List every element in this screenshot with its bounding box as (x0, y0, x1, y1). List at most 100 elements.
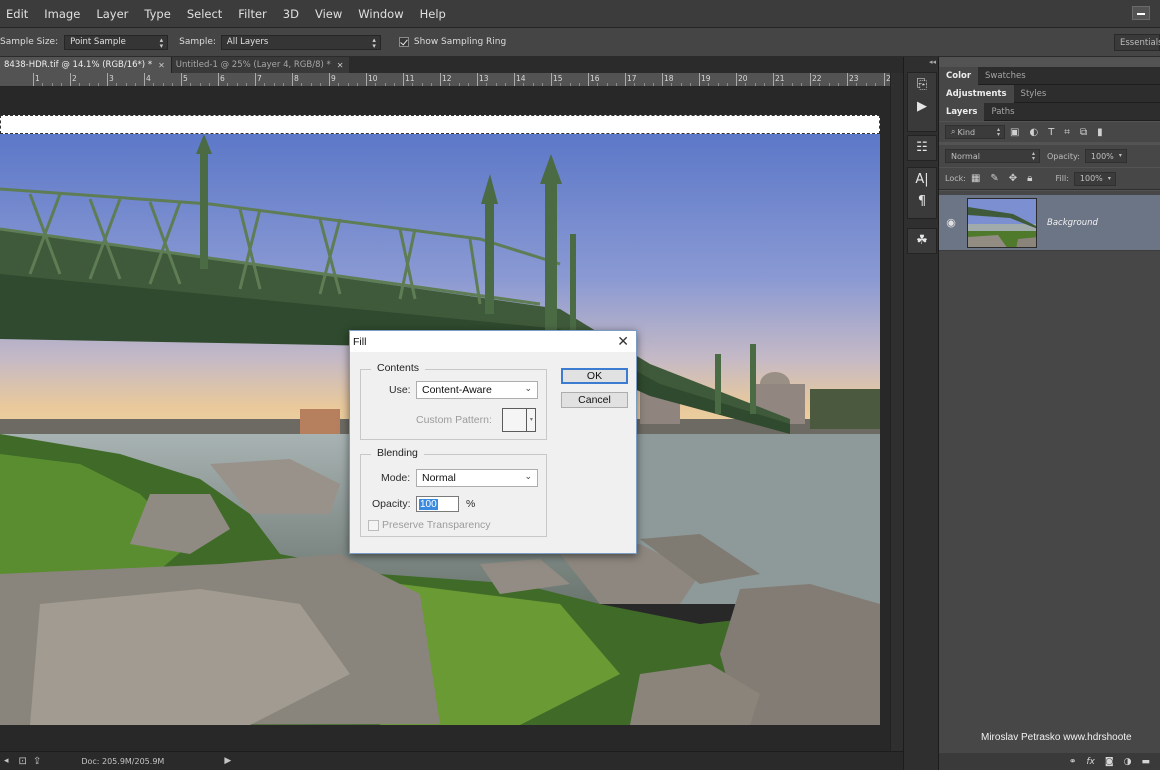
ruler-tick (107, 73, 108, 86)
adjustment-filter-icon[interactable]: ◐ (1029, 127, 1038, 138)
clone-source-icon[interactable]: ☘ (908, 229, 936, 251)
filter-toggle-icon[interactable]: ▮ (1097, 127, 1103, 138)
layers-filter-bar: ⌕ Kind ▴ ▾ ▣ ◐ T ⌗ ⧉ ▮ (939, 122, 1160, 142)
tab-adjustments[interactable]: Adjustments (939, 85, 1014, 103)
ruler-tick (440, 73, 441, 86)
menu-view[interactable]: View (307, 7, 350, 21)
character-icon[interactable]: A| (908, 168, 936, 190)
add-mask-icon[interactable]: ◙ (1105, 757, 1114, 767)
history-icon[interactable]: ⎘ (908, 73, 936, 95)
doc-size: Doc: 205.9M/205.9M (81, 756, 165, 766)
lock-transparent-icon[interactable]: ▦ (971, 173, 980, 184)
properties-icon[interactable]: ☷ (908, 136, 936, 158)
minimize-button[interactable] (1132, 6, 1150, 20)
tab-document-2[interactable]: Untitled-1 @ 25% (Layer 4, RGB/8) * ✕ (170, 57, 350, 73)
status-bar: ◂ ⊡ ⇪ Doc: 205.9M/205.9M ▶ (0, 751, 903, 770)
tab-layers[interactable]: Layers (939, 103, 985, 121)
tab-document-1[interactable]: 8438-HDR.tif @ 14.1% (RGB/16*) * ✕ (0, 57, 171, 73)
menu-layer[interactable]: Layer (88, 7, 136, 21)
menu-help[interactable]: Help (412, 7, 454, 21)
menu-type[interactable]: Type (136, 7, 178, 21)
ruler-number: 14 (516, 74, 526, 83)
close-icon[interactable]: ✕ (337, 61, 344, 70)
new-adjustment-icon[interactable]: ◑ (1124, 757, 1132, 767)
chevron-down-icon: ⌄ (524, 471, 532, 481)
use-select[interactable]: Content-Aware ⌄ (416, 381, 538, 399)
layer-name[interactable]: Background (1047, 218, 1098, 228)
share-icon[interactable]: ⊡ (19, 756, 27, 767)
ruler-minor-tick (171, 83, 173, 86)
tab-styles[interactable]: Styles (1014, 85, 1054, 103)
menu-image[interactable]: Image (36, 7, 88, 21)
kind-filter-select[interactable]: ⌕ Kind ▴ ▾ (945, 125, 1005, 139)
ruler-minor-tick (606, 83, 608, 86)
ruler-minor-tick (458, 83, 460, 86)
ruler-minor-tick (865, 83, 867, 86)
lock-position-icon[interactable]: ✥ (1009, 173, 1017, 184)
eye-icon[interactable]: ◉ (939, 216, 963, 229)
smart-object-filter-icon[interactable]: ⧉ (1080, 127, 1087, 138)
layer-row-background[interactable]: ◉ Background (939, 195, 1160, 251)
close-icon[interactable]: ✕ (158, 61, 165, 70)
ruler-tick (144, 73, 145, 86)
cancel-button[interactable]: Cancel (561, 392, 628, 408)
collapse-dock-icon[interactable]: ◂◂ (929, 58, 936, 66)
tab-color[interactable]: Color (939, 67, 979, 85)
dialog-titlebar[interactable]: Fill ✕ (350, 331, 636, 352)
type-filter-icon[interactable]: T (1048, 127, 1054, 138)
sample-size-select[interactable]: Point Sample ▴ ▾ (64, 34, 169, 50)
dock-group-properties: ☷ (907, 135, 937, 161)
blending-label: Blending (371, 447, 424, 459)
tab-paths[interactable]: Paths (984, 103, 1021, 121)
shape-filter-icon[interactable]: ⌗ (1064, 127, 1070, 138)
menu-edit[interactable]: Edit (0, 7, 36, 21)
stepper-arrows-icon: ▴ ▾ (1031, 150, 1035, 162)
preserve-transparency-checkbox[interactable] (368, 519, 379, 531)
new-group-icon[interactable]: ▬ (1141, 757, 1150, 767)
opacity-field[interactable]: 100% ▾ (1084, 149, 1127, 163)
sample-select[interactable]: All Layers ▴ ▾ (220, 34, 381, 50)
menu-filter[interactable]: Filter (230, 7, 274, 21)
show-sampling-ring-checkbox[interactable] (398, 37, 409, 47)
ruler-minor-tick (717, 83, 719, 86)
layers-blend-row: Normal ▴ ▾ Opacity: 100% ▾ (939, 145, 1160, 167)
layer-style-icon[interactable]: fx (1086, 757, 1095, 767)
zoom-indicator-icon[interactable]: ◂ (4, 756, 9, 766)
ruler-minor-tick (680, 83, 682, 86)
ruler-minor-tick (236, 83, 238, 86)
ruler-minor-tick (199, 83, 201, 86)
mode-select[interactable]: Normal ⌄ (416, 469, 538, 487)
layer-thumbnail[interactable] (967, 197, 1037, 248)
ruler-minor-tick (421, 83, 423, 86)
tab-swatches[interactable]: Swatches (978, 67, 1033, 85)
ruler-number: 4 (146, 74, 151, 83)
menu-window[interactable]: Window (350, 7, 411, 21)
ruler-number: 12 (442, 74, 452, 83)
menu-select[interactable]: Select (179, 7, 230, 21)
actions-play-icon[interactable]: ▶ (908, 95, 936, 117)
ruler-minor-tick (88, 83, 90, 86)
workspace-button[interactable]: Essentials (1114, 34, 1160, 51)
export-icon[interactable]: ⇪ (33, 756, 41, 767)
ok-button[interactable]: OK (561, 368, 628, 384)
layer-thumbnail-image (968, 198, 1036, 247)
dock-group-type: A| ¶ (907, 167, 937, 219)
vertical-scrollbar[interactable] (890, 73, 903, 751)
pixel-filter-icon[interactable]: ▣ (1010, 127, 1019, 138)
opacity-input[interactable]: 100 (416, 496, 459, 512)
menu-3d[interactable]: 3D (275, 7, 307, 21)
fill-field[interactable]: 100% ▾ (1073, 171, 1116, 186)
link-layers-icon[interactable]: ⚭ (1069, 757, 1077, 767)
status-menu-arrow-icon[interactable]: ▶ (224, 756, 231, 766)
ruler-minor-tick (486, 83, 488, 86)
blend-mode-select[interactable]: Normal ▴ ▾ (945, 149, 1040, 163)
horizontal-ruler[interactable]: 123456789101112131415161718192021222324 (0, 73, 890, 87)
ruler-minor-tick (301, 83, 303, 86)
ruler-minor-tick (578, 83, 580, 86)
ruler-tick (33, 73, 34, 86)
lock-all-icon[interactable]: 🔒︎ (1027, 173, 1032, 184)
ruler-tick (366, 73, 367, 86)
paragraph-icon[interactable]: ¶ (908, 190, 936, 212)
lock-pixels-icon[interactable]: ✎ (990, 173, 998, 184)
close-icon[interactable]: ✕ (617, 333, 629, 350)
